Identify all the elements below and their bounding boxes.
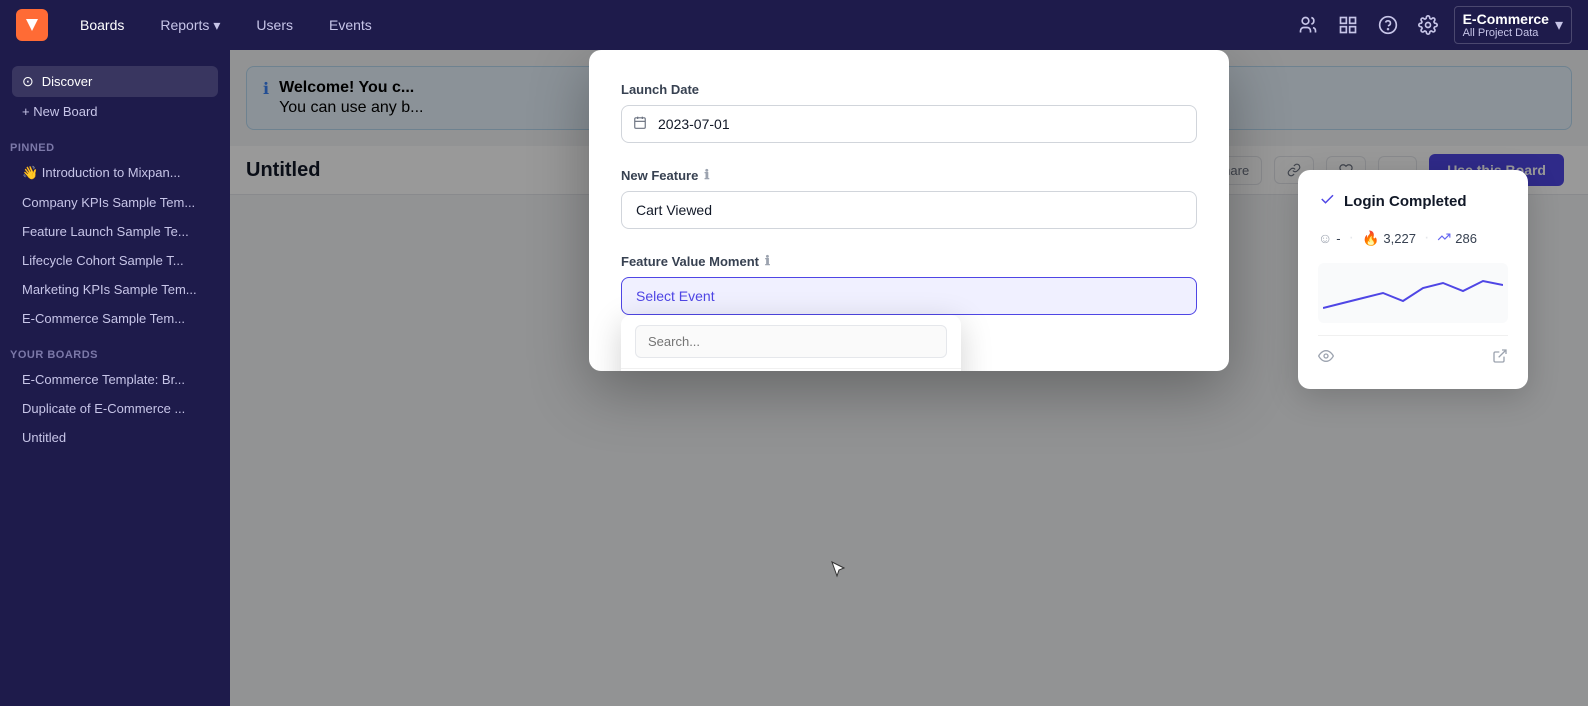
calendar-icon [633, 116, 647, 133]
select-event-button[interactable]: Select Event [621, 277, 1197, 315]
feature-value-moment-label: Feature Value Moment ℹ [621, 253, 1197, 269]
right-panel-footer [1318, 335, 1508, 369]
feature-value-moment-section: Feature Value Moment ℹ Select Event Show… [621, 253, 1197, 315]
feature-value-info-icon[interactable]: ℹ [765, 253, 770, 269]
sidebar-item-untitled[interactable]: Untitled [12, 423, 218, 452]
new-feature-input[interactable] [621, 191, 1197, 229]
lifecycle-label: Lifecycle Cohort Sample T... [22, 253, 184, 268]
smile-icon: ☺ [1318, 230, 1332, 246]
pinned-items: 👋 Introduction to Mixpan... Company KPIs… [0, 158, 230, 333]
content-area: ℹ Welcome! You c... You can use any b...… [230, 50, 1588, 706]
mini-chart [1323, 273, 1503, 313]
sidebar-discover-label: Discover [42, 74, 93, 89]
intro-label: 👋 Introduction to Mixpan... [22, 165, 181, 181]
stat-trend-value: 286 [1455, 231, 1477, 246]
logo [16, 9, 48, 41]
grid-icon[interactable] [1334, 11, 1362, 39]
launch-date-section: Launch Date [621, 82, 1197, 143]
ecommerce-template-label: E-Commerce Template: Br... [22, 372, 185, 387]
stat-fire: 🔥 3,227 [1362, 230, 1416, 247]
topnav-right: E-Commerce All Project Data ▾ [1294, 6, 1572, 44]
main-layout: ⊙ Discover + New Board Pinned 👋 Introduc… [0, 50, 1588, 706]
ecommerce-sample-label: E-Commerce Sample Tem... [22, 311, 185, 326]
select-event-wrapper: Select Event Show all events [621, 277, 1197, 315]
stat-fire-value: 3,227 [1383, 231, 1416, 246]
project-arrow-icon: ▾ [1555, 15, 1563, 35]
duplicate-label: Duplicate of E-Commerce ... [22, 401, 185, 416]
untitled-label: Untitled [22, 430, 66, 445]
login-icon [1318, 190, 1336, 213]
your-boards-label: Your Boards [0, 341, 230, 365]
nav-boards[interactable]: Boards [72, 13, 132, 38]
stat-trend: 286 [1437, 230, 1477, 247]
sidebar-item-feature-launch[interactable]: Feature Launch Sample Te... [12, 217, 218, 246]
login-completed-title: Login Completed [1318, 190, 1508, 213]
project-name: E-Commerce [1463, 11, 1549, 27]
sidebar-item-intro[interactable]: 👋 Introduction to Mixpan... [12, 158, 218, 188]
pinned-label: Pinned [0, 134, 230, 158]
sidebar-item-ecommerce-template[interactable]: E-Commerce Template: Br... [12, 365, 218, 394]
new-feature-section: New Feature ℹ [621, 167, 1197, 229]
sidebar-item-company-kpis[interactable]: Company KPIs Sample Tem... [12, 188, 218, 217]
dropdown-search-section [621, 315, 961, 369]
topnav: Boards Reports ▾ Users Events [0, 0, 1588, 50]
topnav-links: Boards Reports ▾ Users Events [72, 13, 380, 38]
company-kpis-label: Company KPIs Sample Tem... [22, 195, 195, 210]
project-sub: All Project Data [1463, 27, 1549, 39]
your-boards-items: E-Commerce Template: Br... Duplicate of … [0, 365, 230, 452]
fire-icon: 🔥 [1362, 230, 1379, 247]
stat-smile: ☺ - [1318, 230, 1341, 246]
sidebar-item-duplicate[interactable]: Duplicate of E-Commerce ... [12, 394, 218, 423]
event-dropdown: Show all events ✦ Produc [621, 315, 961, 371]
nav-reports[interactable]: Reports ▾ [152, 13, 228, 38]
panel-chart-area [1318, 263, 1508, 323]
new-feature-label: New Feature ℹ [621, 167, 1197, 183]
question-icon[interactable] [1374, 11, 1402, 39]
people-icon[interactable] [1294, 11, 1322, 39]
launch-date-input[interactable] [621, 105, 1197, 143]
new-feature-info-icon[interactable]: ℹ [704, 167, 709, 183]
external-link-icon[interactable] [1492, 348, 1508, 369]
sidebar-item-lifecycle[interactable]: Lifecycle Cohort Sample T... [12, 246, 218, 275]
feature-launch-label: Feature Launch Sample Te... [22, 224, 189, 239]
sidebar-item-new-board[interactable]: + New Board [12, 97, 218, 126]
sidebar: ⊙ Discover + New Board Pinned 👋 Introduc… [0, 50, 230, 706]
modal: Launch Date New Feature ℹ [589, 50, 1229, 371]
discover-icon: ⊙ [22, 73, 34, 90]
nav-users[interactable]: Users [248, 13, 301, 38]
trend-icon [1437, 230, 1451, 247]
new-board-label: + New Board [22, 104, 98, 119]
dropdown-search-input[interactable] [635, 325, 947, 358]
date-input-wrapper [621, 105, 1197, 143]
eye-icon[interactable] [1318, 348, 1334, 369]
marketing-kpis-label: Marketing KPIs Sample Tem... [22, 282, 197, 297]
launch-date-label: Launch Date [621, 82, 1197, 97]
project-selector[interactable]: E-Commerce All Project Data ▾ [1454, 6, 1572, 44]
settings-icon[interactable] [1414, 11, 1442, 39]
right-panel-stats: ☺ - · 🔥 3,227 · 286 [1318, 229, 1508, 247]
dropdown-filter-row: Show all events [621, 369, 961, 371]
stat-smile-value: - [1336, 231, 1340, 246]
login-completed-panel: Login Completed ☺ - · 🔥 3,227 · [1298, 170, 1528, 389]
sidebar-item-ecommerce-sample[interactable]: E-Commerce Sample Tem... [12, 304, 218, 333]
nav-events[interactable]: Events [321, 13, 380, 38]
sidebar-item-marketing-kpis[interactable]: Marketing KPIs Sample Tem... [12, 275, 218, 304]
sidebar-item-discover[interactable]: ⊙ Discover [12, 66, 218, 97]
